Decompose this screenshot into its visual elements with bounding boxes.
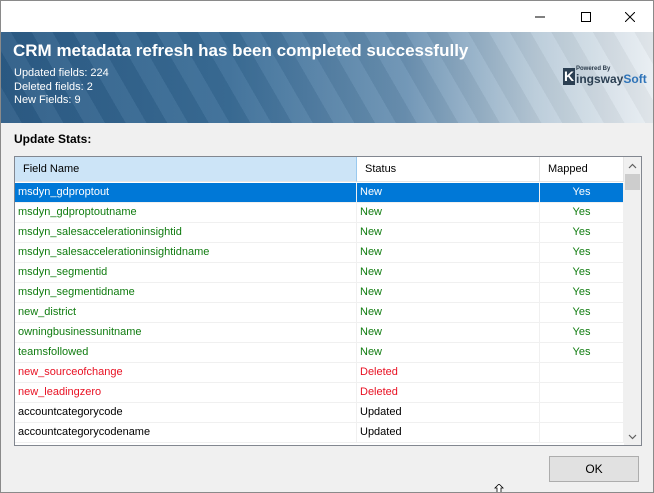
table-row[interactable]: new_leadingzero Deleted (15, 383, 624, 403)
scroll-down-icon[interactable] (624, 428, 641, 445)
logo-word-a: ingsway (576, 72, 624, 86)
deleted-fields-count: Deleted fields: 2 (14, 80, 93, 93)
field-name-cell: teamsfollowed (15, 343, 357, 362)
mapped-cell: Yes (540, 283, 624, 302)
table-row[interactable]: msdyn_segmentid New Yes (15, 263, 624, 283)
table-row[interactable]: msdyn_segmentidname New Yes (15, 283, 624, 303)
status-cell: Deleted (357, 383, 540, 402)
mouse-cursor-icon (493, 483, 505, 492)
title-bar (1, 1, 653, 32)
status-cell: New (357, 263, 540, 282)
field-name-cell: owningbusinessunitname (15, 323, 357, 342)
logo-k-mark: K (563, 68, 575, 85)
mapped-cell: Yes (540, 263, 624, 282)
table-row[interactable]: msdyn_gdproptout New Yes (15, 183, 624, 203)
scroll-up-icon[interactable] (624, 157, 641, 174)
status-cell: Updated (357, 423, 540, 442)
close-icon[interactable] (607, 1, 653, 32)
status-cell: Updated (357, 403, 540, 422)
field-name-cell: msdyn_salesaccelerationinsightid (15, 223, 357, 242)
logo-word-b: Soft (623, 72, 647, 86)
grid-rows: msdyn_gdproptout New Yes msdyn_gdproptoutna… (15, 183, 624, 443)
field-name-cell: new_sourceofchange (15, 363, 357, 382)
table-row[interactable]: owningbusinessunitname New Yes (15, 323, 624, 343)
scrollbar-thumb[interactable] (625, 174, 640, 190)
field-name-cell: msdyn_segmentidname (15, 283, 357, 302)
field-name-cell: msdyn_gdproptout (15, 183, 357, 202)
column-header-mapped[interactable]: Mapped (540, 157, 624, 182)
status-cell: New (357, 303, 540, 322)
mapped-cell: Yes (540, 243, 624, 262)
field-name-cell: msdyn_salesaccelerationinsightidname (15, 243, 357, 262)
status-cell: New (357, 183, 540, 202)
field-name-cell: msdyn_gdproptoutname (15, 203, 357, 222)
column-header-field-name[interactable]: Field Name (15, 157, 357, 182)
field-name-cell: new_district (15, 303, 357, 322)
table-row[interactable]: accountcategorycodename Updated (15, 423, 624, 443)
mapped-cell: Yes (540, 303, 624, 322)
status-cell: New (357, 223, 540, 242)
updated-fields-count: Updated fields: 224 (14, 67, 109, 79)
minimize-icon[interactable] (517, 1, 563, 32)
field-name-cell: accountcategorycodename (15, 423, 357, 442)
field-name-cell: msdyn_segmentid (15, 263, 357, 282)
table-row[interactable]: accountcategorycode Updated (15, 403, 624, 423)
refresh-stats: Updated fields: 224 Deleted fields: 2 Ne… (14, 67, 109, 108)
status-cell: New (357, 343, 540, 362)
mapped-cell (540, 383, 624, 402)
grid-header: Field Name Status Mapped (15, 157, 624, 183)
table-row[interactable]: msdyn_salesaccelerationinsightidname New Y… (15, 243, 624, 263)
update-stats-label: Update Stats: (14, 132, 92, 146)
table-row[interactable]: new_sourceofchange Deleted (15, 363, 624, 383)
status-cell: New (357, 243, 540, 262)
banner-title: CRM metadata refresh has been completed … (13, 41, 469, 60)
logo-wordmark: ingswaySoft (576, 72, 647, 86)
new-fields-count: New Fields: 9 (14, 94, 81, 106)
dialog-window: CRM metadata refresh has been completed … (0, 0, 654, 493)
header-banner: CRM metadata refresh has been completed … (1, 32, 653, 123)
mapped-cell: Yes (540, 343, 624, 362)
column-header-status[interactable]: Status (357, 157, 540, 182)
table-row[interactable]: msdyn_gdproptoutname New Yes (15, 203, 624, 223)
update-stats-grid[interactable]: Field Name Status Mapped msdyn_gdproptou… (14, 156, 642, 446)
ok-button[interactable]: OK (549, 456, 639, 482)
mapped-cell: Yes (540, 223, 624, 242)
field-name-cell: new_leadingzero (15, 383, 357, 402)
vertical-scrollbar[interactable] (624, 157, 641, 445)
kingswaysoft-logo: Powered By K ingswaySoft (563, 66, 647, 88)
table-row[interactable]: teamsfollowed New Yes (15, 343, 624, 363)
mapped-cell (540, 363, 624, 382)
mapped-cell: Yes (540, 203, 624, 222)
mapped-cell (540, 423, 624, 442)
mapped-cell (540, 403, 624, 422)
field-name-cell: accountcategorycode (15, 403, 357, 422)
table-row[interactable]: msdyn_salesaccelerationinsightid New Yes (15, 223, 624, 243)
maximize-icon[interactable] (563, 1, 609, 32)
status-cell: New (357, 203, 540, 222)
status-cell: Deleted (357, 363, 540, 382)
mapped-cell: Yes (540, 183, 624, 202)
mapped-cell: Yes (540, 323, 624, 342)
status-cell: New (357, 283, 540, 302)
table-row[interactable]: new_district New Yes (15, 303, 624, 323)
status-cell: New (357, 323, 540, 342)
